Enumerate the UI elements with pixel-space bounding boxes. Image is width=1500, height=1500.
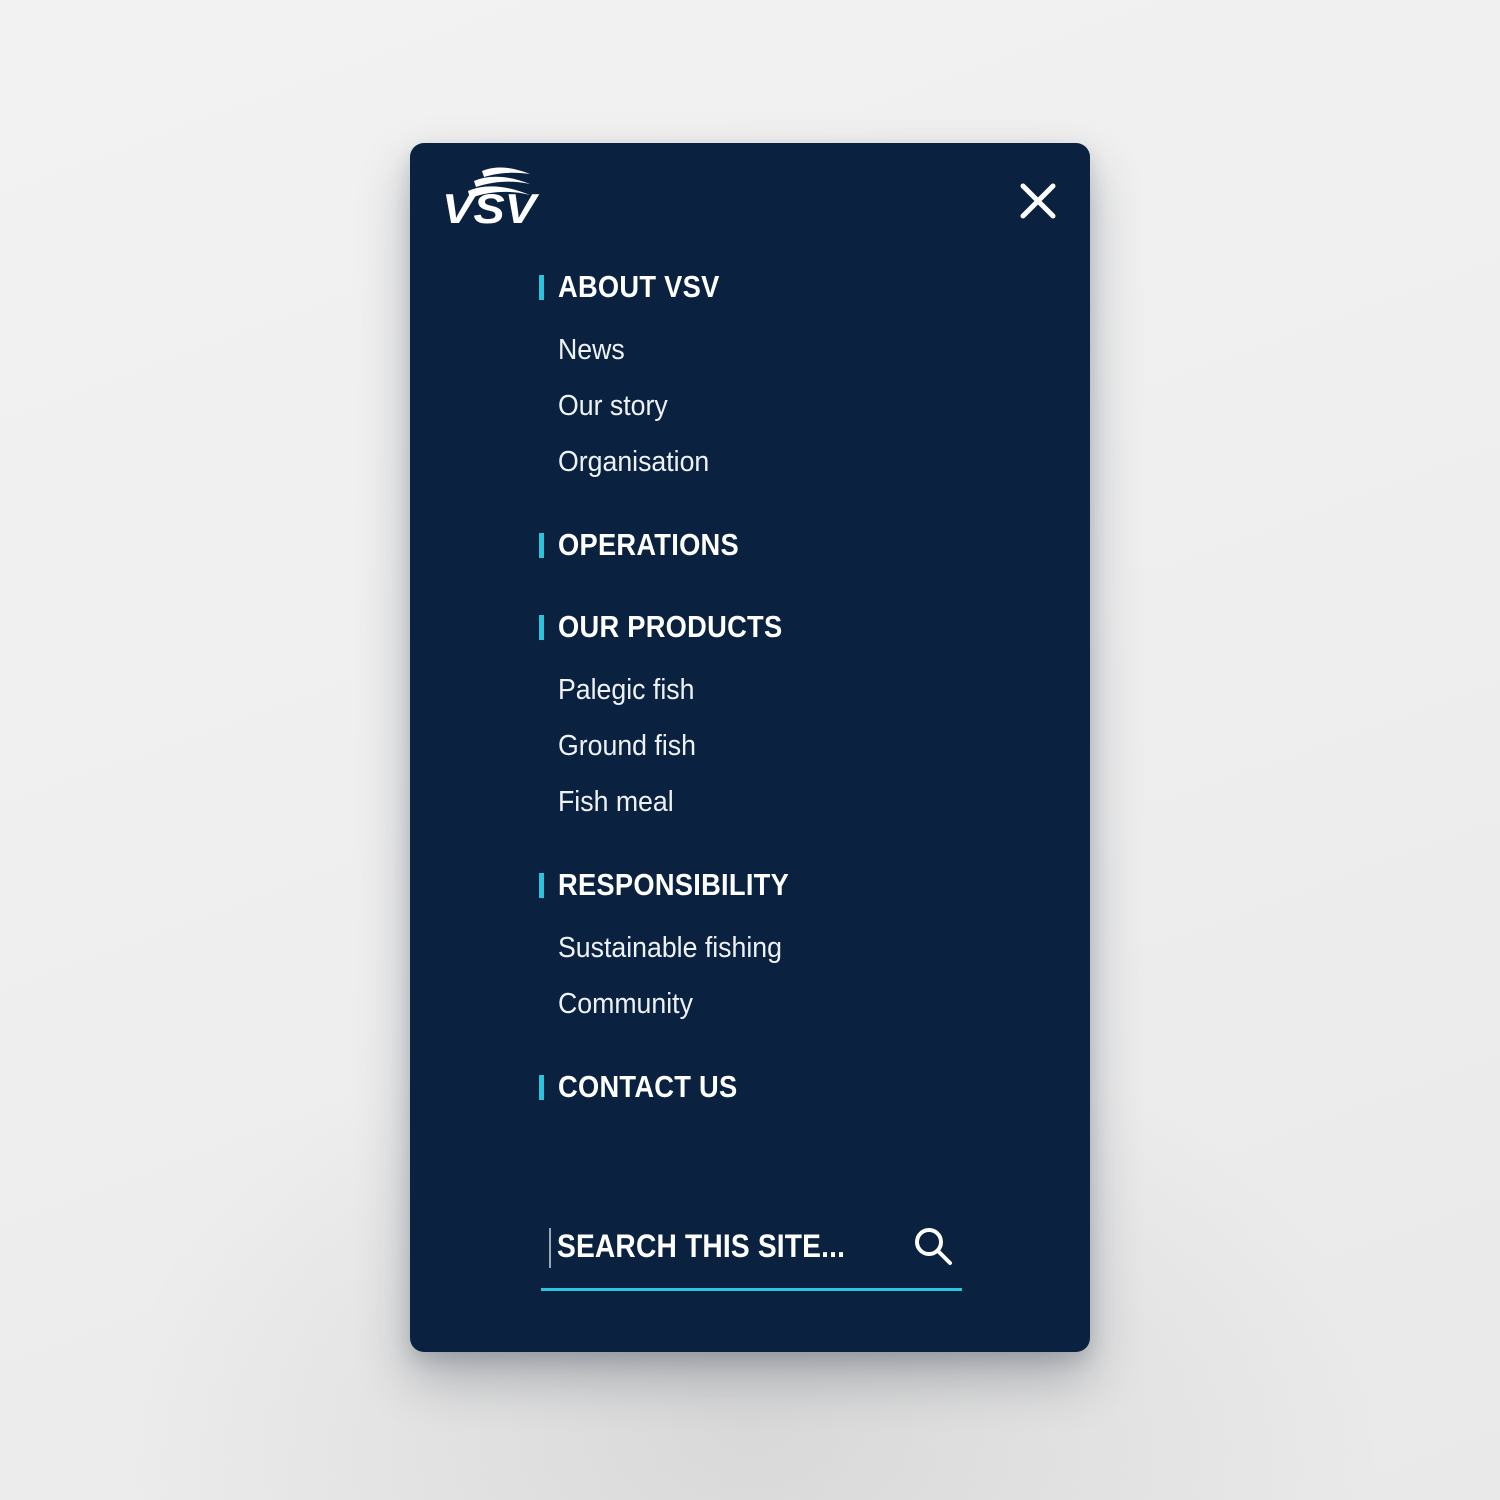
nav-item-palegic-fish[interactable]: Palegic fish xyxy=(410,662,1090,718)
panel-header: VSV xyxy=(410,143,1090,258)
nav-item-label: Sustainable fishing xyxy=(558,932,782,964)
nav-item-label: Community xyxy=(558,988,693,1020)
close-icon xyxy=(1020,183,1056,219)
page-backdrop: VSV ABOUT VSV News Our story Organisatio… xyxy=(0,0,1500,1500)
section-accent-bar-icon xyxy=(539,873,544,898)
nav-section-label: OPERATIONS xyxy=(558,527,739,562)
search-field[interactable]: SEARCH THIS SITE... xyxy=(541,1210,962,1291)
search-input[interactable]: SEARCH THIS SITE... xyxy=(557,1210,845,1282)
nav-section-label: CONTACT US xyxy=(558,1069,738,1104)
nav-item-our-story[interactable]: Our story xyxy=(410,378,1090,434)
section-accent-bar-icon xyxy=(539,533,544,558)
close-button[interactable] xyxy=(1008,171,1068,231)
svg-text:VSV: VSV xyxy=(442,185,539,227)
nav-section-header-responsibility[interactable]: RESPONSIBILITY xyxy=(410,856,1090,913)
section-accent-bar-icon xyxy=(539,1075,544,1100)
nav-item-label: Our story xyxy=(558,390,668,422)
nav-section-header-our-products[interactable]: OUR PRODUCTS xyxy=(410,598,1090,655)
nav-section-operations: OPERATIONS xyxy=(410,516,1090,573)
section-accent-bar-icon xyxy=(539,615,544,640)
nav-section-responsibility: RESPONSIBILITY Sustainable fishing Commu… xyxy=(410,856,1090,1032)
nav-item-label: News xyxy=(558,334,625,366)
nav-item-sustainable-fishing[interactable]: Sustainable fishing xyxy=(410,920,1090,976)
nav-section-header-operations[interactable]: OPERATIONS xyxy=(410,516,1090,573)
nav-section-label: RESPONSIBILITY xyxy=(558,867,790,902)
nav-item-label: Palegic fish xyxy=(558,674,695,706)
nav-item-news[interactable]: News xyxy=(410,322,1090,378)
section-accent-bar-icon xyxy=(539,275,544,300)
nav-item-community[interactable]: Community xyxy=(410,976,1090,1032)
search-icon xyxy=(915,1228,952,1265)
nav-section-header-contact-us[interactable]: CONTACT US xyxy=(410,1058,1090,1115)
nav-section-contact-us: CONTACT US xyxy=(410,1058,1090,1115)
navigation-menu-panel: VSV ABOUT VSV News Our story Organisatio… xyxy=(410,143,1090,1352)
main-navigation: ABOUT VSV News Our story Organisation OP… xyxy=(410,258,1090,1115)
search-button[interactable] xyxy=(910,1224,956,1270)
nav-section-our-products: OUR PRODUCTS Palegic fish Ground fish Fi… xyxy=(410,598,1090,830)
nav-item-label: Ground fish xyxy=(558,730,696,762)
nav-item-organisation[interactable]: Organisation xyxy=(410,434,1090,490)
text-caret xyxy=(549,1228,551,1268)
nav-section-label: OUR PRODUCTS xyxy=(558,609,783,644)
nav-section-label: ABOUT VSV xyxy=(558,269,720,304)
nav-item-label: Organisation xyxy=(558,446,710,478)
nav-section-about-vsv: ABOUT VSV News Our story Organisation xyxy=(410,258,1090,490)
nav-section-header-about-vsv[interactable]: ABOUT VSV xyxy=(410,258,1090,315)
vsv-wave-logo[interactable]: VSV xyxy=(438,165,568,227)
nav-item-label: Fish meal xyxy=(558,786,674,818)
nav-item-fish-meal[interactable]: Fish meal xyxy=(410,774,1090,830)
nav-item-ground-fish[interactable]: Ground fish xyxy=(410,718,1090,774)
